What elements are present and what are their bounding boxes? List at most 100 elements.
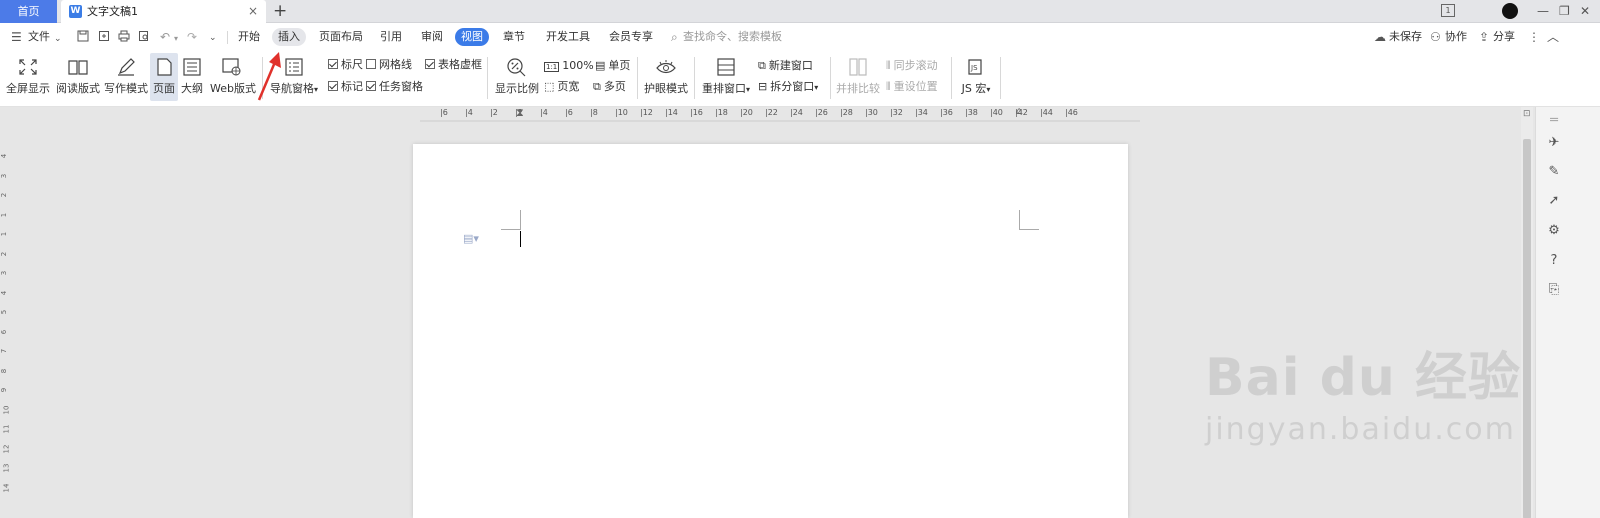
reading-layout-button[interactable]: 阅读版式 [55,53,101,101]
sync-scroll-button[interactable]: ⫴ 同步滚动 [886,58,938,74]
ruler-tick-label: |6 [565,108,573,117]
menu-page-layout[interactable]: 页面布局 [313,28,369,46]
undo-dropdown-icon[interactable]: ▾ [174,32,178,46]
checkbox-checked-icon [366,81,376,91]
zoom-button[interactable]: 显示比例 [495,53,539,101]
vruler-tick-label: 4 [0,290,9,295]
multi-page-button[interactable]: ⧉ 多页 [593,79,626,95]
marks-checkbox[interactable]: 标记 [328,79,363,95]
vruler-tick-label: 6 [0,329,9,334]
new-tab-button[interactable]: + [273,0,287,22]
arrange-windows-button[interactable]: 重排窗口▾ [700,53,752,101]
page-width-label: 页宽 [557,80,580,93]
reset-position-button[interactable]: ⫴ 重设位置 [886,79,938,95]
eye-mode-button[interactable]: 护眼模式 [643,53,689,101]
ruler-tick-label: |30 [865,108,878,117]
menu-chapter[interactable]: 章节 [497,28,531,46]
vertical-scrollbar[interactable]: ⊡ [1521,107,1533,518]
vruler-tick-label: 10 [2,405,11,414]
rocket-icon[interactable]: ✈ [1546,135,1562,151]
pen-icon[interactable]: ✎ [1546,164,1562,180]
more-icon[interactable]: ⋮ [1528,30,1540,44]
chevron-down-icon[interactable]: ⌄ [54,32,62,46]
nav-pane-dropdown-icon[interactable]: ▾ [314,85,318,94]
backup-icon[interactable]: ⎘ [1546,282,1562,298]
split-window-button[interactable]: ⊟ 拆分窗口▾ [758,79,818,95]
reset-position-label: 重设位置 [893,80,938,93]
minimize-button[interactable]: — [1537,0,1549,22]
ruler-label: 标尺 [341,58,363,71]
select-cursor-icon[interactable]: ➚ [1546,193,1562,209]
restore-button[interactable]: ❐ [1559,0,1570,22]
search-input[interactable]: 查找命令、搜索模板 [683,28,782,46]
tab-close-icon[interactable]: × [248,0,258,23]
search-icon: ⌕ [671,30,678,44]
scroll-split-icon[interactable]: ⊡ [1523,109,1531,119]
pen-icon [118,58,135,76]
tab-home[interactable]: 首页 [0,0,57,23]
export-pdf-icon[interactable] [98,30,110,45]
menu-review[interactable]: 审阅 [415,28,449,46]
outline-label: 大纲 [181,82,203,95]
avatar[interactable] [1502,3,1518,19]
split-window-icon: ⊟ [758,80,768,93]
menu-insert[interactable]: 插入 [272,28,306,46]
ruler-checkbox[interactable]: 标尺 [328,57,363,73]
task-pane-checkbox[interactable]: 任务窗格 [366,79,423,95]
undo-icon[interactable]: ↶ [160,30,170,44]
horizontal-ruler[interactable]: |6 |4 |2 |2 |4 |6 |8 |10 |12 |14 |16 |18 |20 |22 |24 |2… [420,106,1140,122]
right-indent-marker-icon[interactable]: ⌂ [1016,106,1022,117]
arrange-windows-dropdown-icon[interactable]: ▾ [746,85,750,94]
web-layout-button[interactable]: Web版式 [210,53,256,101]
unsaved-status[interactable]: 未保存 [1383,28,1428,46]
help-icon[interactable]: ? [1546,253,1562,269]
menu-home[interactable]: 开始 [232,28,266,46]
split-window-dropdown-icon[interactable]: ▾ [814,83,818,92]
js-macro-dropdown-icon[interactable]: ▾ [986,85,990,94]
hamburger-icon[interactable]: ☰ [11,30,22,44]
js-macro-button[interactable]: JS JS 宏▾ [957,53,995,101]
paragraph-layout-icon[interactable]: ▤▾ [463,232,479,245]
ruler-tick-label: |6 [440,108,448,117]
ruler-tick-label: |28 [840,108,853,117]
sliders-icon[interactable]: ⚙ [1546,223,1562,239]
page-view-button[interactable]: 页面 [150,53,178,101]
gridlines-checkbox[interactable]: 网格线 [366,57,412,73]
writing-mode-button[interactable]: 写作模式 [103,53,149,101]
crop-mark-top-left [501,210,521,230]
ribbon-divider [487,57,488,99]
new-window-button[interactable]: ⧉ 新建窗口 [758,58,813,74]
collapse-ribbon-icon[interactable]: ︿ [1547,30,1559,44]
print-icon[interactable] [118,30,130,45]
print-preview-icon[interactable] [138,30,150,45]
zoom-100-button[interactable]: 1:1 100% [544,58,594,74]
share-button[interactable]: 分享 [1487,28,1521,46]
save-icon[interactable] [77,30,89,45]
multi-page-icon: ⧉ [593,80,601,93]
document-page[interactable]: ▤▾ [413,144,1128,518]
redo-icon[interactable]: ↷ [187,30,197,44]
indent-marker-icon[interactable]: ⧗ [516,106,524,120]
menu-view[interactable]: 视图 [455,28,489,46]
page-width-button[interactable]: ⬚ 页宽 [544,79,579,95]
collaborate-button[interactable]: 协作 [1439,28,1473,46]
ruler-tick-label: |38 [965,108,978,117]
new-window-icon: ⧉ [758,59,766,72]
close-window-button[interactable]: ✕ [1580,0,1590,22]
scrollbar-thumb[interactable] [1523,139,1531,518]
menu-developer-tools[interactable]: 开发工具 [540,28,596,46]
vertical-ruler[interactable]: 4 3 2 1 1 2 3 4 5 6 7 8 9 10 11 12 13 14 [0,107,12,518]
fullscreen-button[interactable]: 全屏显示 [5,53,51,101]
window-count-badge[interactable]: 1 [1441,4,1455,17]
menu-references[interactable]: 引用 [374,28,408,46]
single-page-button[interactable]: ▤ 单页 [595,58,630,74]
tab-document[interactable]: W 文字文稿1 × [61,0,266,23]
customize-toolbar-icon[interactable]: ⌄ [209,31,217,45]
side-by-side-button[interactable]: 并排比较 [836,53,880,101]
checkbox-unchecked-icon [366,59,376,69]
table-gridlines-checkbox[interactable]: 表格虚框 [425,57,482,73]
menu-member-exclusive[interactable]: 会员专享 [603,28,659,46]
single-page-icon: ▤ [595,59,606,72]
outline-button[interactable]: 大纲 [180,53,204,101]
menu-file[interactable]: 文件 [22,28,56,46]
